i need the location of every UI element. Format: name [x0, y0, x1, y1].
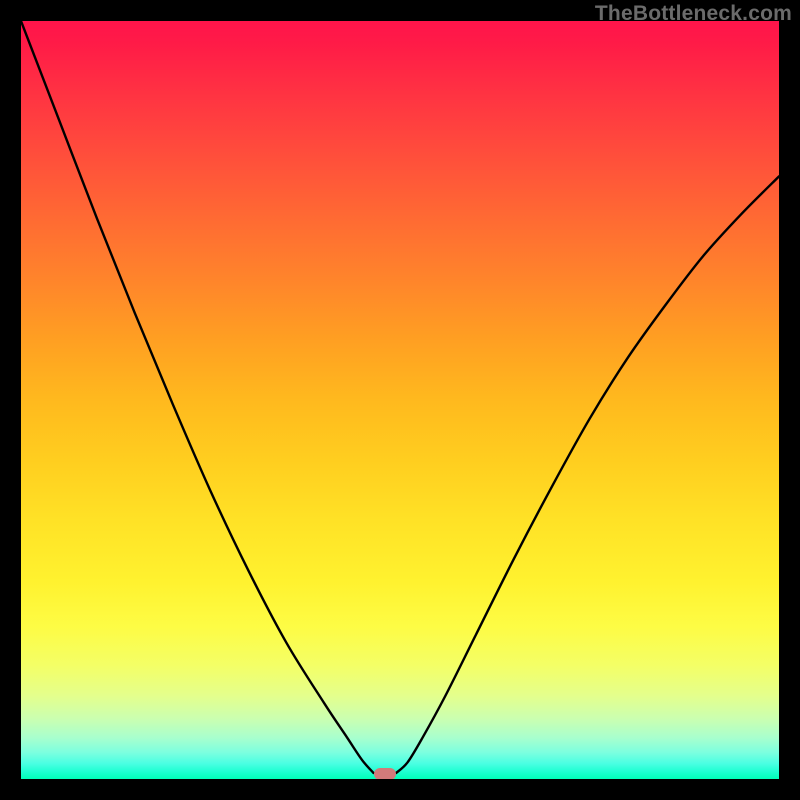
asymmetric-v-curve	[21, 21, 779, 779]
curve-right-arm	[396, 176, 779, 773]
plot-area	[21, 21, 779, 779]
curve-left-arm	[21, 21, 373, 773]
minimum-marker	[374, 768, 396, 779]
watermark-text: TheBottleneck.com	[595, 2, 792, 26]
chart-frame: TheBottleneck.com	[0, 0, 800, 800]
